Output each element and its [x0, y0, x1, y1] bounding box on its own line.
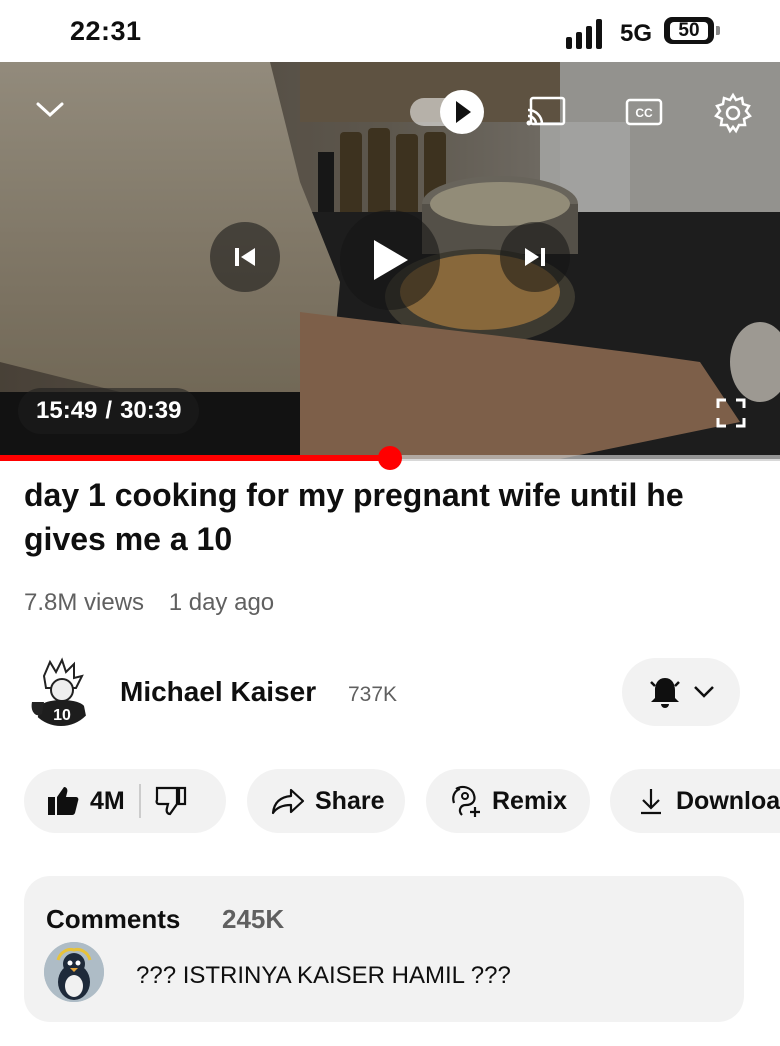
commenter-avatar-image	[44, 942, 104, 1002]
previous-video-button[interactable]	[210, 222, 280, 292]
current-time: 15:49	[36, 397, 98, 424]
like-divider	[138, 784, 141, 818]
fullscreen-icon	[716, 398, 746, 428]
seek-bar-handle[interactable]	[378, 446, 402, 470]
like-button[interactable]: 4M	[46, 785, 125, 817]
bell-icon	[650, 678, 680, 708]
autoplay-toggle-icon	[410, 90, 484, 134]
play-icon	[374, 240, 408, 280]
subscriber-count: 737K	[348, 683, 398, 706]
like-dislike-group: 4M	[24, 769, 226, 833]
status-bar: 22:31 5G 50	[0, 0, 780, 62]
seek-bar-played	[0, 455, 390, 461]
comments-count: 245K	[222, 904, 285, 934]
gear-icon	[714, 92, 752, 134]
download-icon	[641, 789, 661, 815]
comments-section[interactable]: Comments 245K ??? ISTRINYA KAISER HAMIL …	[24, 876, 744, 1022]
cast-button[interactable]	[522, 92, 570, 132]
channel-name[interactable]: Michael Kaiser	[120, 676, 316, 708]
channel-avatar[interactable]: 10	[26, 656, 96, 726]
battery-tip	[716, 26, 720, 35]
minimize-player-button[interactable]	[24, 90, 76, 130]
playback-time: 15:49 / 30:39	[18, 388, 200, 434]
thumbs-down-icon	[155, 786, 186, 816]
chevron-down-icon	[694, 686, 714, 698]
skip-next-icon	[525, 248, 545, 266]
download-label: Download	[676, 786, 780, 815]
avatar-jersey-number: 10	[53, 707, 71, 724]
comments-label: Comments	[46, 904, 181, 934]
notification-settings-button[interactable]	[622, 658, 740, 726]
view-count: 7.8M views	[24, 589, 145, 616]
network-type: 5G	[620, 20, 653, 47]
time-separator: /	[105, 397, 113, 424]
dislike-button[interactable]	[155, 786, 187, 816]
seek-bar[interactable]	[0, 446, 780, 470]
captions-icon: CC	[625, 98, 663, 126]
battery-icon: 50	[664, 17, 714, 44]
chevron-down-icon	[36, 102, 64, 118]
remix-label: Remix	[492, 786, 568, 815]
settings-button[interactable]	[708, 88, 758, 138]
video-title[interactable]: day 1 cooking for my pregnant wife until…	[24, 473, 754, 561]
video-player[interactable]: CC 15:49 / 30:39	[0, 62, 780, 459]
share-label: Share	[315, 786, 385, 815]
status-time: 22:31	[70, 16, 142, 46]
like-count: 4M	[90, 786, 125, 815]
upload-age: 1 day ago	[168, 589, 275, 616]
autoplay-toggle[interactable]	[408, 88, 488, 136]
total-duration: 30:39	[120, 397, 182, 424]
next-video-button[interactable]	[500, 222, 570, 292]
remix-icon	[452, 785, 480, 817]
signal-strength-icon	[566, 19, 602, 49]
top-comment-text: ??? ISTRINYA KAISER HAMIL ???	[136, 962, 511, 989]
fullscreen-button[interactable]	[708, 390, 754, 436]
battery-level: 50	[670, 21, 708, 40]
captions-button[interactable]: CC	[620, 92, 668, 132]
video-meta[interactable]: 7.8M views 1 day ago	[24, 589, 274, 617]
channel-avatar-image: 10	[26, 656, 96, 726]
share-button[interactable]: Share	[247, 769, 405, 833]
share-icon	[271, 788, 305, 815]
svg-text:CC: CC	[635, 106, 653, 120]
download-button[interactable]: Download	[610, 769, 780, 833]
cast-icon	[526, 96, 566, 126]
play-button[interactable]	[340, 210, 440, 310]
remix-button[interactable]: Remix	[426, 769, 590, 833]
thumbs-up-icon	[48, 787, 79, 815]
commenter-avatar	[44, 942, 104, 1002]
skip-previous-icon	[235, 248, 255, 266]
